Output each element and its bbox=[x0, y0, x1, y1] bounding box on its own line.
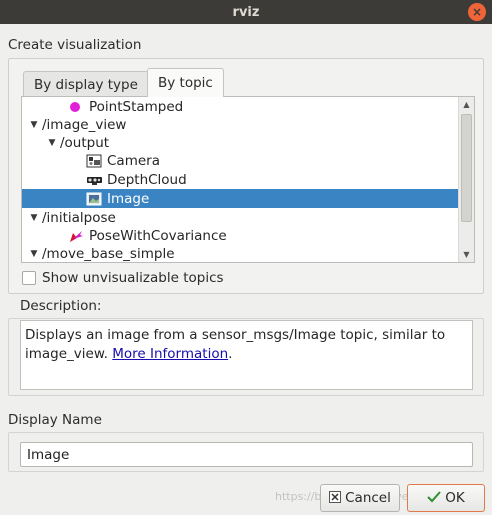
window-title: rviz bbox=[232, 4, 260, 20]
tree-item-posewithcovariance[interactable]: PoseWithCovariance bbox=[22, 226, 458, 245]
tree-item-label: PoseWithCovariance bbox=[89, 227, 227, 244]
cancel-label: Cancel bbox=[345, 490, 391, 506]
chevron-down-icon[interactable]: ▼ bbox=[28, 120, 40, 130]
create-visualization-group: By display type By topic PointStamped ▼ … bbox=[8, 58, 484, 294]
tree-item-label: /move_base_simple bbox=[42, 245, 175, 262]
tab-label: By topic bbox=[158, 75, 213, 91]
tree-item-label: /output bbox=[60, 134, 110, 151]
check-icon bbox=[427, 490, 441, 506]
close-icon[interactable]: × bbox=[468, 3, 486, 21]
more-information-link[interactable]: More Information bbox=[112, 346, 228, 362]
window-titlebar: rviz × bbox=[0, 0, 492, 24]
chevron-down-icon[interactable]: ▼ bbox=[46, 138, 58, 148]
description-label: Description: bbox=[20, 298, 102, 314]
tree-item-initialpose[interactable]: ▼ /initialpose bbox=[22, 208, 458, 227]
topic-tree[interactable]: PointStamped ▼ /image_view ▼ /output Cam… bbox=[21, 96, 475, 263]
show-unvisualizable-label: Show unvisualizable topics bbox=[42, 270, 224, 286]
tree-item-label: Image bbox=[107, 190, 150, 207]
image-icon bbox=[86, 192, 104, 206]
display-name-field[interactable] bbox=[20, 442, 473, 467]
show-unvisualizable-checkbox[interactable] bbox=[22, 271, 36, 285]
depth-cloud-icon bbox=[86, 173, 104, 187]
tree-item-label: Camera bbox=[107, 152, 160, 169]
tree-item-label: /image_view bbox=[42, 116, 127, 133]
create-visualization-label: Create visualization bbox=[8, 37, 142, 53]
tree-item-label: PointStamped bbox=[89, 98, 184, 115]
pose-with-covariance-icon bbox=[68, 229, 86, 243]
scroll-up-icon[interactable]: ▲ bbox=[459, 97, 474, 112]
tree-scrollbar[interactable]: ▲ ▼ bbox=[458, 97, 474, 262]
tree-item-pointstamped[interactable]: PointStamped bbox=[22, 97, 458, 116]
tree-item-label: DepthCloud bbox=[107, 171, 187, 188]
tree-item-image-view[interactable]: ▼ /image_view bbox=[22, 115, 458, 134]
tree-item-output[interactable]: ▼ /output bbox=[22, 133, 458, 152]
tree-item-depthcloud[interactable]: DepthCloud bbox=[22, 170, 458, 189]
description-text: Displays an image from a sensor_msgs/Ima… bbox=[20, 320, 473, 390]
cancel-icon bbox=[329, 490, 342, 506]
camera-icon bbox=[86, 154, 104, 168]
show-unvisualizable-row[interactable]: Show unvisualizable topics bbox=[22, 270, 224, 286]
tab-by-display-type[interactable]: By display type bbox=[23, 71, 149, 97]
scroll-down-icon[interactable]: ▼ bbox=[459, 247, 474, 262]
tree-item-move-base-simple[interactable]: ▼ /move_base_simple bbox=[22, 244, 458, 262]
cancel-button[interactable]: Cancel bbox=[320, 484, 400, 512]
tree-item-image[interactable]: Image bbox=[22, 189, 459, 208]
chevron-down-icon[interactable]: ▼ bbox=[28, 213, 40, 223]
tree-item-camera[interactable]: Camera bbox=[22, 151, 458, 170]
chevron-down-icon[interactable]: ▼ bbox=[28, 249, 40, 259]
point-stamped-icon bbox=[68, 100, 86, 114]
ok-button[interactable]: OK bbox=[407, 484, 485, 512]
display-name-label: Display Name bbox=[8, 412, 102, 428]
tree-item-label: /initialpose bbox=[42, 209, 116, 226]
tab-label: By display type bbox=[34, 76, 138, 93]
tab-by-topic[interactable]: By topic bbox=[147, 68, 224, 97]
ok-label: OK bbox=[445, 490, 465, 506]
description-body: Displays an image from a sensor_msgs/Ima… bbox=[25, 327, 446, 362]
scroll-thumb[interactable] bbox=[461, 114, 472, 222]
description-trailing: . bbox=[228, 346, 233, 362]
